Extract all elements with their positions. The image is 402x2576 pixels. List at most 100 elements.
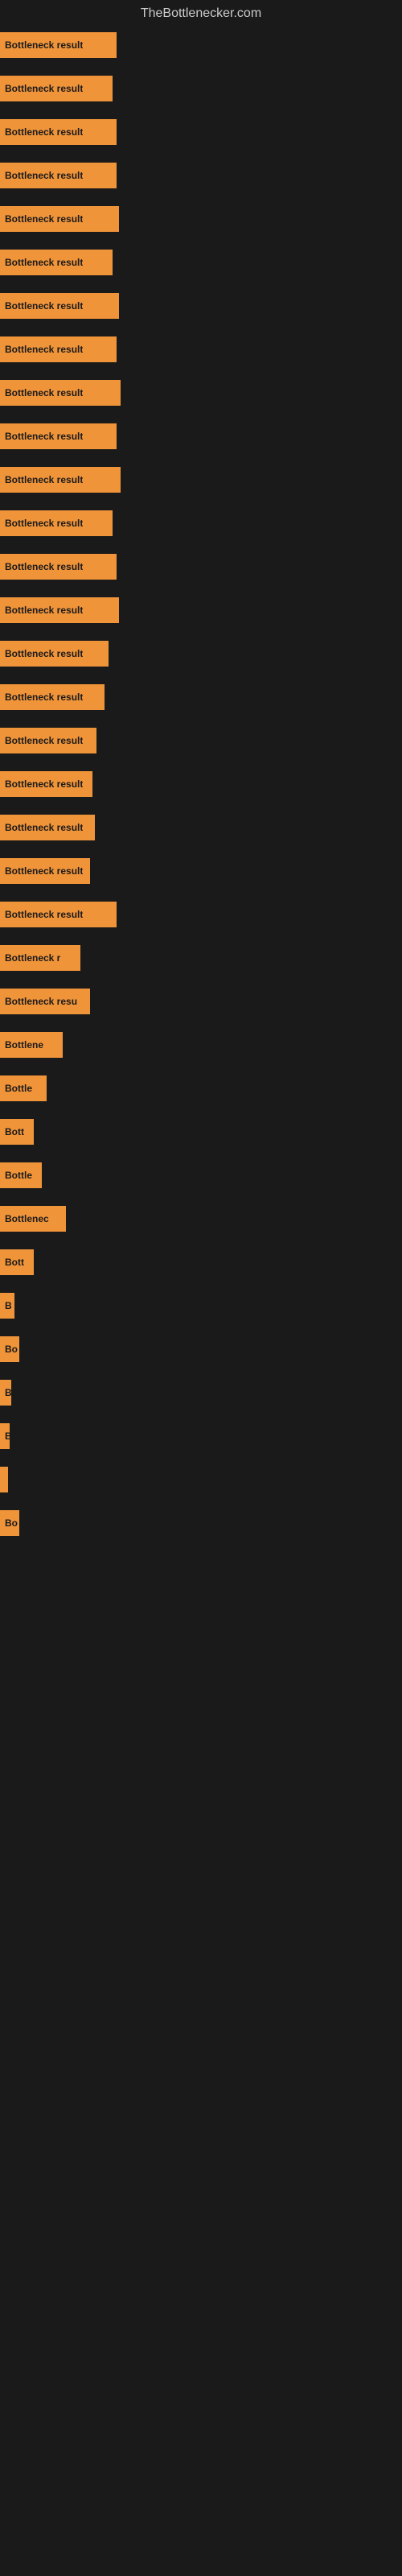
- bar-row: Bottleneck result: [0, 596, 402, 625]
- bar-row: Bottleneck result: [0, 509, 402, 538]
- bar-label: B: [5, 1430, 10, 1442]
- bar-row: Bottleneck result: [0, 813, 402, 842]
- bar-row: Bottlene: [0, 1030, 402, 1059]
- result-bar: Bottleneck result: [0, 467, 121, 493]
- bar-row: Bottleneck result: [0, 74, 402, 103]
- bar-label: Bottlene: [5, 1039, 43, 1051]
- result-bar: Bottleneck result: [0, 641, 109, 667]
- bar-row: Bottleneck result: [0, 465, 402, 494]
- bar-label: Bottleneck result: [5, 735, 83, 746]
- result-bar: Bottleneck result: [0, 684, 105, 710]
- bar-label: Bottleneck result: [5, 865, 83, 877]
- bar-label: Bottleneck result: [5, 387, 83, 398]
- result-bar: Bottleneck resu: [0, 989, 90, 1014]
- result-bar: Bo: [0, 1336, 19, 1362]
- result-bar: B: [0, 1293, 14, 1319]
- bar-label: Bottleneck result: [5, 300, 83, 312]
- result-bar: Bottleneck result: [0, 597, 119, 623]
- bar-label: Bottleneck result: [5, 822, 83, 833]
- result-bar: Bottleneck result: [0, 554, 117, 580]
- result-bar: Bottleneck result: [0, 858, 90, 884]
- bar-row: Bo: [0, 1509, 402, 1538]
- bar-label: Bottleneck result: [5, 474, 83, 485]
- bar-label: Bottleneck result: [5, 691, 83, 703]
- bar-row: Bottleneck r: [0, 943, 402, 972]
- result-bar: Bottleneck result: [0, 206, 119, 232]
- bar-label: Bottleneck result: [5, 431, 83, 442]
- bars-container: Bottleneck result Bottleneck result Bottle…: [0, 31, 402, 1568]
- bar-row: B: [0, 1291, 402, 1320]
- result-bar: B: [0, 1380, 11, 1406]
- bar-label: Bo: [5, 1344, 18, 1355]
- bar-row: Bottle: [0, 1074, 402, 1103]
- result-bar: Bottlenec: [0, 1206, 66, 1232]
- result-bar: Bottleneck result: [0, 510, 113, 536]
- bar-label: Bottleneck result: [5, 561, 83, 572]
- bar-label: Bottleneck result: [5, 344, 83, 355]
- result-bar: Bott: [0, 1119, 34, 1145]
- bar-label: B: [5, 1300, 12, 1311]
- bar-row: Bottleneck result: [0, 118, 402, 147]
- bar-row: Bottleneck result: [0, 378, 402, 407]
- bar-row: Bottleneck result: [0, 857, 402, 886]
- bar-label: Bottleneck result: [5, 257, 83, 268]
- bar-row: Bottleneck result: [0, 204, 402, 233]
- bar-row: Bottleneck resu: [0, 987, 402, 1016]
- bar-label: Bottleneck resu: [5, 996, 77, 1007]
- result-bar: Bottleneck result: [0, 32, 117, 58]
- bar-label: Bottleneck r: [5, 952, 60, 964]
- result-bar: Bottle: [0, 1162, 42, 1188]
- bar-row: Bottleneck result: [0, 639, 402, 668]
- bar-label: B: [5, 1387, 11, 1398]
- bar-label: Bo: [5, 1517, 18, 1529]
- result-bar: Bottleneck result: [0, 76, 113, 101]
- bar-label: Bottle: [5, 1170, 32, 1181]
- bar-label: Bottlenec: [5, 1213, 49, 1224]
- bar-label: Bottle: [5, 1083, 32, 1094]
- bar-row: Bottleneck result: [0, 291, 402, 320]
- bar-row: Bottleneck result: [0, 900, 402, 929]
- site-title-text: TheBottlenecker.com: [141, 6, 261, 20]
- result-bar: Bottleneck result: [0, 902, 117, 927]
- bar-label: Bottleneck result: [5, 778, 83, 790]
- bar-label: Bottleneck result: [5, 83, 83, 94]
- result-bar: Bottleneck r: [0, 945, 80, 971]
- bar-row: Bott: [0, 1117, 402, 1146]
- bar-row: B: [0, 1378, 402, 1407]
- result-bar: Bottle: [0, 1075, 47, 1101]
- result-bar: Bottleneck result: [0, 771, 92, 797]
- bar-row: Bottleneck result: [0, 422, 402, 451]
- result-bar: Bottleneck result: [0, 163, 117, 188]
- bar-label: Bott: [5, 1126, 24, 1137]
- result-bar: Bottleneck result: [0, 815, 95, 840]
- bar-label: Bottleneck result: [5, 213, 83, 225]
- bar-row: Bottlenec: [0, 1204, 402, 1233]
- bar-row: Bottleneck result: [0, 248, 402, 277]
- bar-row: B: [0, 1422, 402, 1451]
- result-bar: Bottleneck result: [0, 336, 117, 362]
- bar-label: Bottleneck result: [5, 126, 83, 138]
- result-bar: B: [0, 1423, 10, 1449]
- bar-row: Bottleneck result: [0, 683, 402, 712]
- result-bar: Bottleneck result: [0, 728, 96, 753]
- bar-label: Bottleneck result: [5, 648, 83, 659]
- result-bar: Bottleneck result: [0, 119, 117, 145]
- bar-label: Bottleneck result: [5, 518, 83, 529]
- result-bar: Bottleneck result: [0, 423, 117, 449]
- bar-row: Bott: [0, 1248, 402, 1277]
- bar-row: Bottleneck result: [0, 161, 402, 190]
- site-title: TheBottlenecker.com: [0, 0, 402, 31]
- result-bar: [0, 1467, 8, 1492]
- result-bar: Bottleneck result: [0, 293, 119, 319]
- bar-row: [0, 1465, 402, 1494]
- bar-row: Bottleneck result: [0, 726, 402, 755]
- bar-row: Bo: [0, 1335, 402, 1364]
- bar-row: Bottle: [0, 1161, 402, 1190]
- bar-row: Bottleneck result: [0, 770, 402, 799]
- result-bar: Bottlene: [0, 1032, 63, 1058]
- bar-label: Bottleneck result: [5, 39, 83, 51]
- bar-label: Bottleneck result: [5, 605, 83, 616]
- result-bar: Bott: [0, 1249, 34, 1275]
- bar-row: Bottleneck result: [0, 31, 402, 60]
- result-bar: Bo: [0, 1510, 19, 1536]
